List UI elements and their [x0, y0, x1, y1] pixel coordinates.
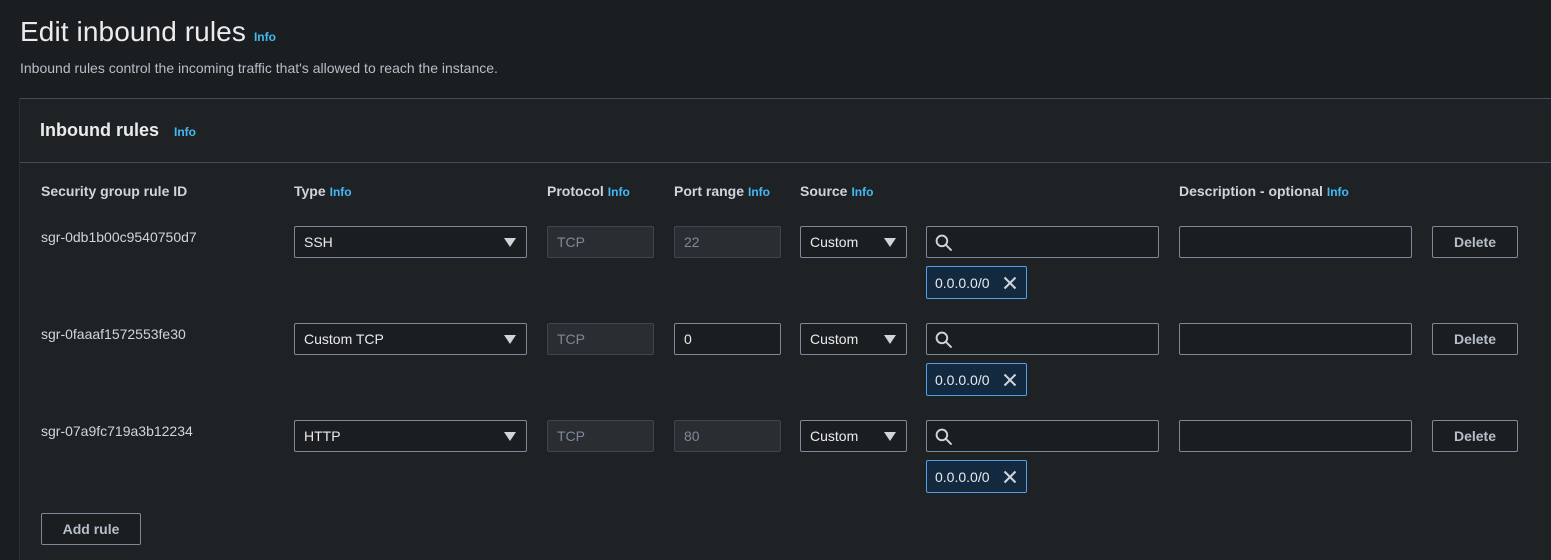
delete-rule-button[interactable]: Delete	[1432, 226, 1518, 258]
delete-rule-button[interactable]: Delete	[1432, 323, 1518, 355]
source-select-value: Custom	[810, 331, 859, 347]
source-search-input[interactable]	[926, 226, 1159, 258]
caret-down-icon	[884, 238, 896, 247]
type-select[interactable]: HTTP	[294, 420, 527, 452]
source-select[interactable]: Custom	[800, 323, 907, 355]
cidr-token: 0.0.0.0/0	[926, 363, 1027, 396]
protocol-field: TCP	[547, 226, 654, 258]
column-header-description-label: Description - optional	[1179, 183, 1323, 199]
description-input[interactable]	[1179, 323, 1412, 355]
search-icon	[935, 428, 952, 445]
page-title-info-link[interactable]: Info	[254, 30, 276, 44]
cidr-token-label: 0.0.0.0/0	[935, 468, 990, 485]
column-header-rule-id-label: Security group rule ID	[41, 183, 188, 199]
port-range-field: 80	[674, 420, 781, 452]
close-icon[interactable]	[1003, 276, 1017, 290]
source-search-input[interactable]	[926, 323, 1159, 355]
column-header-type-label: Type	[294, 183, 326, 199]
source-select-value: Custom	[810, 234, 859, 250]
type-select-value: SSH	[304, 234, 333, 250]
source-select[interactable]: Custom	[800, 420, 907, 452]
page-description: Inbound rules control the incoming traff…	[20, 60, 498, 76]
column-header-protocol-label: Protocol	[547, 183, 604, 199]
edit-inbound-rules-page: Edit inbound rules Info Inbound rules co…	[0, 0, 1551, 560]
caret-down-icon	[504, 238, 516, 247]
type-select-value: HTTP	[304, 428, 341, 444]
column-header-type: Type Info	[294, 183, 352, 199]
caret-down-icon	[504, 335, 516, 344]
inbound-rules-panel: Inbound rules Info Security group rule I…	[19, 98, 1551, 560]
column-header-protocol: Protocol Info	[547, 183, 630, 199]
source-search-input[interactable]	[926, 420, 1159, 452]
search-icon	[935, 331, 952, 348]
column-header-port-range: Port range Info	[674, 183, 770, 199]
delete-rule-button[interactable]: Delete	[1432, 420, 1518, 452]
add-rule-button[interactable]: Add rule	[41, 513, 141, 545]
cidr-token: 0.0.0.0/0	[926, 460, 1027, 493]
column-header-description: Description - optional Info	[1179, 183, 1349, 199]
column-header-rule-id: Security group rule ID	[41, 183, 187, 199]
port-range-input[interactable]: 0	[674, 323, 781, 355]
close-icon[interactable]	[1003, 373, 1017, 387]
page-title-row: Edit inbound rules Info	[20, 16, 276, 48]
type-select-value: Custom TCP	[304, 331, 384, 347]
caret-down-icon	[504, 432, 516, 441]
rule-id: sgr-0db1b00c9540750d7	[41, 229, 197, 245]
close-icon[interactable]	[1003, 470, 1017, 484]
type-select[interactable]: Custom TCP	[294, 323, 527, 355]
panel-title: Inbound rules	[40, 120, 159, 140]
panel-header: Inbound rules Info	[20, 99, 1551, 163]
port-range-field: 22	[674, 226, 781, 258]
panel-info-link[interactable]: Info	[174, 125, 196, 139]
type-select[interactable]: SSH	[294, 226, 527, 258]
description-input[interactable]	[1179, 226, 1412, 258]
column-header-port-range-label: Port range	[674, 183, 745, 199]
search-icon	[935, 234, 952, 251]
port-range-info-link[interactable]: Info	[748, 185, 770, 199]
rule-id: sgr-07a9fc719a3b12234	[41, 423, 193, 439]
source-select[interactable]: Custom	[800, 226, 907, 258]
source-info-link[interactable]: Info	[851, 185, 873, 199]
rule-id: sgr-0faaaf1572553fe30	[41, 326, 186, 342]
protocol-info-link[interactable]: Info	[608, 185, 630, 199]
description-info-link[interactable]: Info	[1327, 185, 1349, 199]
source-select-value: Custom	[810, 428, 859, 444]
column-header-source: Source Info	[800, 183, 873, 199]
page-header: Edit inbound rules Info	[20, 16, 276, 48]
page-title: Edit inbound rules	[20, 16, 246, 47]
cidr-token-label: 0.0.0.0/0	[935, 274, 990, 291]
caret-down-icon	[884, 432, 896, 441]
description-input[interactable]	[1179, 420, 1412, 452]
type-info-link[interactable]: Info	[330, 185, 352, 199]
protocol-field: TCP	[547, 420, 654, 452]
column-header-source-label: Source	[800, 183, 848, 199]
protocol-field: TCP	[547, 323, 654, 355]
caret-down-icon	[884, 335, 896, 344]
cidr-token: 0.0.0.0/0	[926, 266, 1027, 299]
cidr-token-label: 0.0.0.0/0	[935, 371, 990, 388]
